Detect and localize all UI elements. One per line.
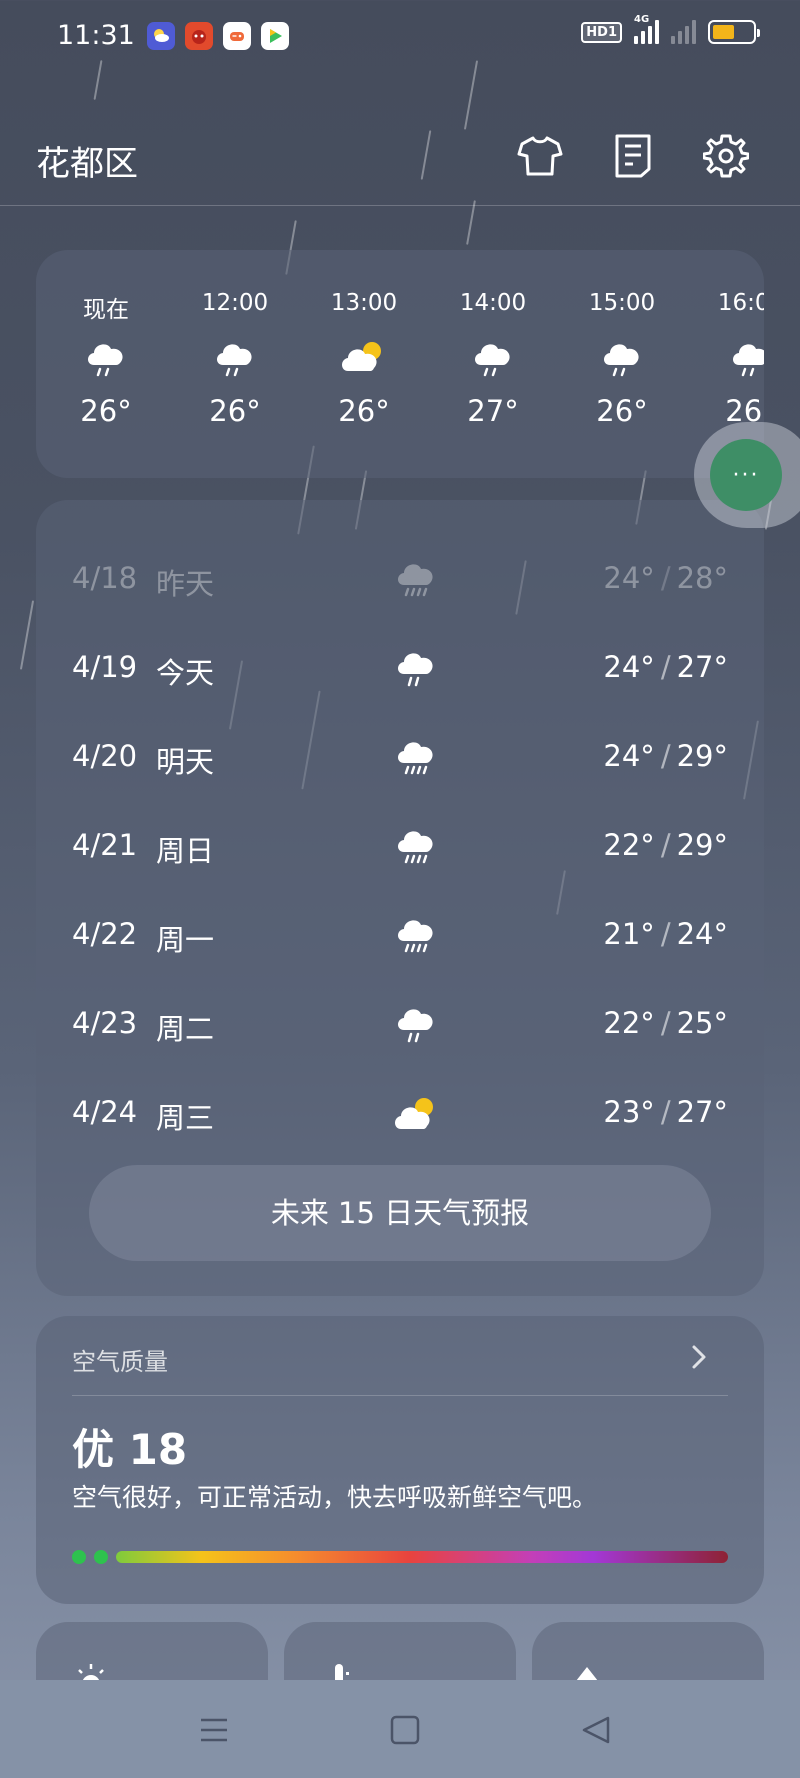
battery-icon (708, 20, 760, 44)
rain-icon (443, 328, 543, 388)
app-header: 花都区 (0, 106, 800, 206)
document-icon[interactable] (603, 126, 663, 186)
hour-item: 14:00 27° (443, 250, 543, 428)
air-quality-card[interactable]: 空气质量 优 18 空气很好，可正常活动，快去呼吸新鲜空气吧。 (36, 1316, 764, 1604)
notification-app-icons (147, 22, 289, 50)
day-row[interactable]: 4/22 周一 21°/24° (36, 905, 764, 965)
rain-icon (56, 328, 156, 388)
hour-item: 现在 26° (56, 250, 156, 428)
rain-icon (390, 1000, 442, 1052)
air-quality-title: 空气质量 (72, 1348, 168, 1376)
status-bar: 11:31 HD1 4G (0, 0, 800, 74)
signal-no-service-icon (671, 20, 696, 44)
heavy-rain-icon (390, 555, 442, 607)
heavy-rain-icon (390, 911, 442, 963)
tshirt-icon[interactable] (510, 126, 570, 186)
video-app-icon (261, 22, 289, 50)
divider (72, 1395, 728, 1396)
home-icon[interactable] (381, 1706, 429, 1754)
hour-item: 12:00 26° (185, 250, 285, 428)
floating-ball[interactable]: ··· (694, 422, 800, 528)
signal-4g-icon: 4G (634, 14, 659, 44)
hour-item: 13:00 26° (314, 250, 414, 428)
partly-cloudy-icon (390, 1089, 442, 1141)
heavy-rain-icon (390, 822, 442, 874)
aqi-indicator-dot (72, 1550, 86, 1564)
daily-forecast-card: 4/18 昨天 24°/28° 4/19 今天 24°/27° 4/20 明天 … (36, 500, 764, 1296)
chevron-right-icon[interactable] (684, 1342, 714, 1372)
aqi-description: 空气很好，可正常活动，快去呼吸新鲜空气吧。 (72, 1483, 598, 1512)
rain-icon (185, 328, 285, 388)
rain-icon (701, 328, 764, 388)
day-row[interactable]: 4/20 明天 24°/29° (36, 727, 764, 787)
back-icon[interactable] (572, 1706, 620, 1754)
hour-item: 15:00 26° (572, 250, 672, 428)
weather-app-icon (147, 22, 175, 50)
partly-cloudy-icon (314, 328, 414, 388)
day-row[interactable]: 4/18 昨天 24°/28° (36, 549, 764, 609)
rain-icon (572, 328, 672, 388)
hourly-forecast-card[interactable]: 现在 26° 12:00 26° 13:00 26° 14:00 27° 15:… (36, 250, 764, 478)
game-app-icon (185, 22, 213, 50)
hour-item: 16:00 26° (701, 250, 764, 428)
heavy-rain-icon (390, 733, 442, 785)
city-name[interactable]: 花都区 (36, 136, 138, 185)
day-row[interactable]: 4/23 周二 22°/25° (36, 994, 764, 1054)
day-row[interactable]: 4/24 周三 23°/27° (36, 1083, 764, 1143)
menu-icon[interactable] (190, 1706, 238, 1754)
aqi-indicator-dot (94, 1550, 108, 1564)
navigation-bar (0, 1680, 800, 1778)
day-row[interactable]: 4/21 周日 22°/29° (36, 816, 764, 876)
hd-badge: HD1 (581, 21, 622, 43)
status-time: 11:31 (57, 20, 135, 51)
gear-icon[interactable] (696, 126, 756, 186)
rain-icon (390, 644, 442, 696)
day-row[interactable]: 4/19 今天 24°/27° (36, 638, 764, 698)
aqi-value: 优 18 (72, 1425, 188, 1474)
more-button[interactable]: ··· (710, 439, 782, 511)
gamepad-app-icon (223, 22, 251, 50)
15-day-forecast-button[interactable]: 未来 15 日天气预报 (89, 1165, 711, 1261)
aqi-scale-bar (116, 1551, 728, 1563)
